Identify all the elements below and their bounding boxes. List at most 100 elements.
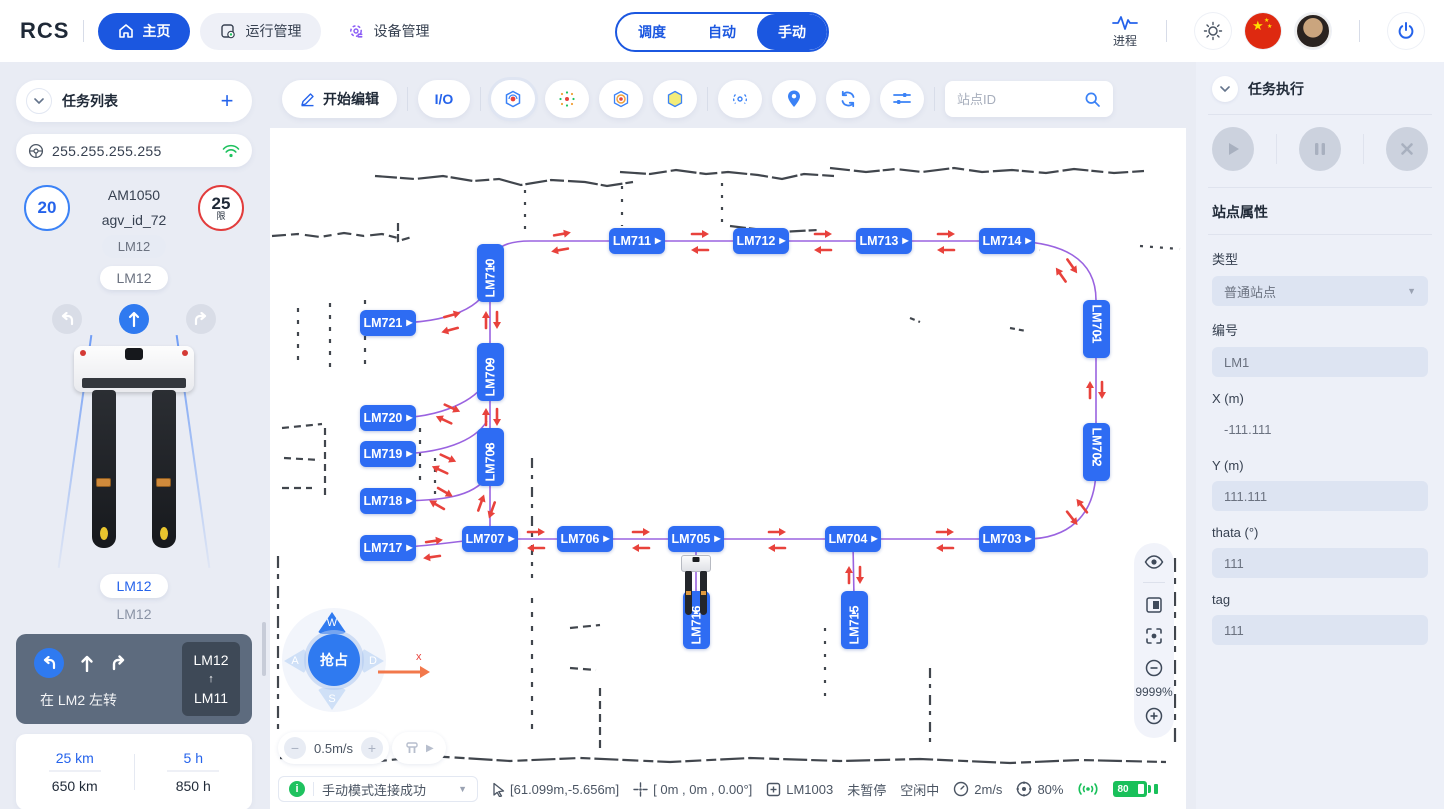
- station-node[interactable]: LM705▶: [668, 526, 724, 552]
- straight-icon[interactable]: [80, 654, 94, 672]
- nav-item-device[interactable]: 设备管理: [327, 13, 449, 50]
- center-focus-icon[interactable]: [1145, 627, 1163, 645]
- agv-ip-bar[interactable]: 255.255.255.255: [16, 134, 252, 167]
- fork-icon: [404, 741, 420, 755]
- theme-toggle-button[interactable]: [1195, 13, 1231, 49]
- search-icon[interactable]: [1084, 91, 1101, 108]
- process-button[interactable]: 进程: [1112, 14, 1138, 49]
- route-box: LM12 ↑ LM11: [182, 642, 240, 716]
- station-node[interactable]: ▲LM709: [477, 343, 504, 401]
- navigation-console: 在 LM2 左转 LM12 ↑ LM11: [16, 634, 252, 724]
- station-node[interactable]: LM704▶: [825, 526, 881, 552]
- fork-action-button[interactable]: ▶: [392, 732, 446, 764]
- wifi-icon: [222, 144, 240, 158]
- speed-increase-button[interactable]: +: [361, 737, 383, 759]
- station-node[interactable]: LM703▶: [979, 526, 1035, 552]
- mode-manual[interactable]: 手动: [757, 14, 827, 50]
- station-node[interactable]: LM706▶: [557, 526, 613, 552]
- direction-triangle-icon: ▶: [603, 535, 609, 543]
- station-node[interactable]: LM717▶: [360, 535, 416, 561]
- task-controls: [1212, 127, 1428, 171]
- refresh-button[interactable]: [826, 80, 870, 118]
- speedometer-icon: [953, 781, 969, 797]
- joystick-down[interactable]: S: [317, 688, 347, 710]
- start-edit-button[interactable]: 开始编辑: [282, 80, 397, 118]
- locate-button[interactable]: [772, 80, 816, 118]
- seize-control-button[interactable]: 抢占: [308, 634, 360, 686]
- turn-right-console-icon[interactable]: [110, 655, 128, 671]
- agv-marker[interactable]: [681, 555, 711, 615]
- y-input[interactable]: 111.111: [1212, 481, 1428, 511]
- station-node[interactable]: LM707▶: [462, 526, 518, 552]
- forklift-visual: [16, 340, 252, 570]
- user-avatar[interactable]: [1295, 13, 1331, 49]
- agv-card: 255.255.255.255 20 AM1050 agv_id_72 25限 …: [16, 134, 252, 802]
- type-select[interactable]: 普通站点 ▼: [1212, 276, 1428, 306]
- x-input[interactable]: -111.111: [1212, 414, 1428, 444]
- trip-distance: 25 km: [49, 750, 101, 772]
- vehicle-model: AM1050: [102, 183, 167, 208]
- station-node[interactable]: ▲LM710: [477, 244, 504, 302]
- station-node[interactable]: LM711▶: [609, 228, 665, 254]
- turn-left-active-icon[interactable]: [34, 648, 64, 678]
- visibility-icon[interactable]: [1144, 555, 1164, 569]
- nav-item-operation[interactable]: 运行管理: [200, 13, 321, 50]
- station-search-input[interactable]: [957, 92, 1084, 107]
- connection-status-select[interactable]: i 手动模式连接成功 ▼: [278, 776, 478, 802]
- joystick-left[interactable]: A: [284, 648, 306, 674]
- station-node[interactable]: LM714▶: [979, 228, 1035, 254]
- tag-input[interactable]: 111: [1212, 615, 1428, 645]
- target-icon: [1016, 781, 1032, 797]
- direction-triangle-icon: ▶: [1025, 237, 1031, 245]
- direction-triangle-icon: ▶: [714, 535, 720, 543]
- station-node[interactable]: LM701▼: [1083, 300, 1110, 358]
- joystick: W A D S 抢占: [282, 608, 386, 712]
- station-node[interactable]: LM702▼: [1083, 423, 1110, 481]
- play-button[interactable]: [1212, 127, 1254, 171]
- io-button[interactable]: I/O: [418, 80, 470, 118]
- layer-zone-button[interactable]: [653, 80, 697, 118]
- zoom-out-icon[interactable]: [1144, 658, 1164, 678]
- task-execution-panel: 任务执行 站点属性 类型 普通站点 ▼ 编号 LM1 X (m) -111.11…: [1196, 62, 1444, 809]
- add-task-button[interactable]: +: [212, 86, 242, 116]
- collapse-chevron-icon[interactable]: [1212, 76, 1238, 102]
- station-node[interactable]: LM720▶: [360, 405, 416, 431]
- map-canvas[interactable]: LM711▶ LM712▶ LM713▶ LM714▶ ▲LM710 LM721▶ ▲LM7…: [270, 128, 1186, 809]
- route-from: LM12: [193, 650, 228, 671]
- turn-left-icon[interactable]: [52, 304, 82, 334]
- zoom-in-icon[interactable]: [1144, 706, 1164, 726]
- power-button[interactable]: [1388, 13, 1424, 49]
- mode-dispatch[interactable]: 调度: [617, 14, 687, 50]
- station-node[interactable]: LM713▶: [856, 228, 912, 254]
- theta-input[interactable]: 111: [1212, 548, 1428, 578]
- mode-auto[interactable]: 自动: [687, 14, 757, 50]
- agv-pose: [ 0m , 0m , 0.00°]: [633, 782, 752, 797]
- station-node[interactable]: LM712▶: [733, 228, 789, 254]
- panel-scrollbar[interactable]: [262, 622, 266, 676]
- station-node[interactable]: ▲LM708: [477, 428, 504, 486]
- code-input[interactable]: LM1: [1212, 347, 1428, 377]
- pause-button[interactable]: [1299, 127, 1341, 171]
- layer-target-button[interactable]: [599, 80, 643, 118]
- language-flag-button[interactable]: ★★★: [1245, 13, 1281, 49]
- info-icon: i: [289, 781, 305, 797]
- minimap-icon[interactable]: [1145, 596, 1163, 614]
- speed-decrease-button[interactable]: −: [284, 737, 306, 759]
- layer-station-button[interactable]: [491, 80, 535, 118]
- current-speed-badge: 20: [24, 185, 70, 231]
- lidar-button[interactable]: [718, 80, 762, 118]
- station-node[interactable]: LM719▶: [360, 441, 416, 467]
- joystick-up[interactable]: W: [317, 612, 347, 634]
- fork-play-icon: ▶: [426, 743, 434, 754]
- collapse-chevron-icon[interactable]: [26, 88, 52, 114]
- station-node[interactable]: ▲LM715: [841, 591, 868, 649]
- turn-right-icon[interactable]: [186, 304, 216, 334]
- filter-button[interactable]: [880, 80, 924, 118]
- layer-pointcloud-button[interactable]: [545, 80, 589, 118]
- go-straight-icon[interactable]: [119, 304, 149, 334]
- station-node[interactable]: LM721▶: [360, 310, 416, 336]
- cancel-button[interactable]: [1386, 127, 1428, 171]
- trip-hours: 5 h: [167, 750, 219, 772]
- nav-item-home[interactable]: 主页: [98, 13, 190, 50]
- station-node[interactable]: LM718▶: [360, 488, 416, 514]
